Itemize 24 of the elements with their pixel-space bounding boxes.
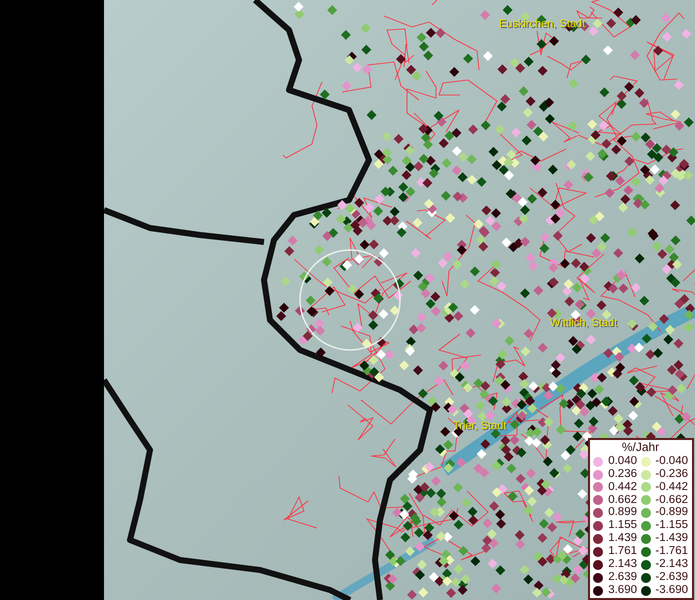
legend-value: -0.236 <box>654 468 688 480</box>
legend-value: -0.442 <box>654 482 688 494</box>
legend-value: 1.439 <box>607 533 637 545</box>
legend-value: -1.439 <box>654 533 688 545</box>
legend-value: 0.662 <box>607 494 637 506</box>
legend-value: 0.899 <box>607 507 637 519</box>
legend-value: -1.155 <box>654 520 688 532</box>
place-label: Wittlich, Stadt <box>550 318 618 329</box>
legend-value: 0.040 <box>607 456 637 468</box>
legend-value: 2.639 <box>607 572 637 584</box>
legend-value: -2.143 <box>654 559 688 571</box>
legend-value: 1.155 <box>607 520 637 532</box>
legend-value: 0.236 <box>607 468 637 480</box>
legend-value: 3.690 <box>607 584 637 596</box>
legend-value: -3.690 <box>654 584 688 596</box>
legend-value: -0.899 <box>654 507 688 519</box>
legend-value: -1.761 <box>654 546 688 558</box>
legend-value: -0.040 <box>654 456 688 468</box>
legend-value: 0.442 <box>607 482 637 494</box>
legend-value: -0.662 <box>654 494 688 506</box>
legend-value: 2.143 <box>607 559 637 571</box>
legend-value: 1.761 <box>607 546 637 558</box>
legend-title: %/Jahr <box>620 441 660 454</box>
legend-value: -2.639 <box>654 572 688 584</box>
